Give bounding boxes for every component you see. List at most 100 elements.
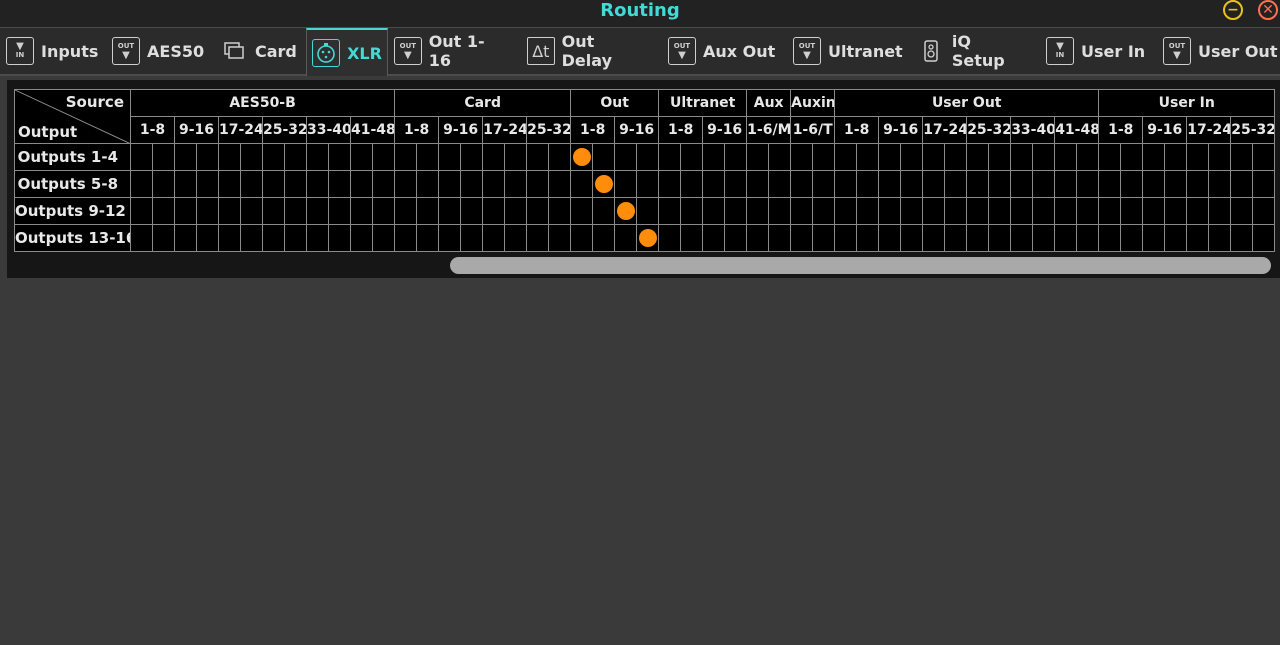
- routing-cell[interactable]: [658, 224, 682, 252]
- routing-cell[interactable]: [592, 170, 616, 198]
- tab-card[interactable]: Card: [220, 28, 302, 74]
- routing-cell[interactable]: [1142, 143, 1166, 171]
- routing-cell[interactable]: [856, 224, 880, 252]
- routing-cell[interactable]: [746, 143, 770, 171]
- routing-cell[interactable]: [350, 170, 373, 198]
- routing-cell[interactable]: [900, 197, 924, 225]
- routing-cell[interactable]: [482, 224, 506, 252]
- routing-cell[interactable]: [1120, 224, 1144, 252]
- routing-cell[interactable]: [460, 197, 484, 225]
- routing-cell[interactable]: [306, 197, 329, 225]
- routing-cell[interactable]: [790, 143, 814, 171]
- tab-out-1-16[interactable]: OUT ▼ Out 1-16: [394, 28, 506, 74]
- routing-cell[interactable]: [812, 170, 836, 198]
- routing-cell[interactable]: [504, 224, 528, 252]
- routing-cell[interactable]: [1230, 170, 1254, 198]
- tab-aes50[interactable]: OUT ▼ AES50: [112, 28, 208, 74]
- routing-cell[interactable]: [878, 224, 902, 252]
- routing-cell[interactable]: [1098, 197, 1122, 225]
- routing-cell[interactable]: [966, 170, 990, 198]
- routing-cell[interactable]: [328, 143, 351, 171]
- routing-cell[interactable]: [856, 143, 880, 171]
- routing-cell[interactable]: [1054, 224, 1078, 252]
- routing-cell[interactable]: [371, 224, 396, 252]
- routing-cell[interactable]: [1054, 143, 1078, 171]
- routing-cell[interactable]: [438, 143, 462, 171]
- routing-cell[interactable]: [371, 170, 396, 198]
- routing-cell[interactable]: [174, 143, 197, 171]
- routing-cell[interactable]: [790, 170, 814, 198]
- routing-cell[interactable]: [548, 143, 572, 171]
- tab-inputs[interactable]: ▼ IN Inputs: [6, 28, 102, 74]
- routing-cell[interactable]: [1076, 170, 1100, 198]
- routing-cell[interactable]: [371, 197, 396, 225]
- routing-cell[interactable]: [504, 197, 528, 225]
- routing-cell[interactable]: [834, 224, 858, 252]
- tab-out-delay[interactable]: Δt Out Delay: [527, 28, 649, 74]
- routing-cell[interactable]: [130, 143, 153, 171]
- routing-cell[interactable]: [350, 143, 373, 171]
- routing-cell[interactable]: [218, 224, 241, 252]
- routing-cell[interactable]: [482, 170, 506, 198]
- routing-cell[interactable]: [570, 170, 594, 198]
- routing-cell[interactable]: [218, 170, 241, 198]
- routing-cell[interactable]: [878, 170, 902, 198]
- routing-cell[interactable]: [768, 170, 792, 198]
- routing-cell[interactable]: [350, 197, 373, 225]
- routing-cell[interactable]: [900, 224, 924, 252]
- routing-cell[interactable]: [1120, 197, 1144, 225]
- routing-cell[interactable]: [1032, 224, 1056, 252]
- routing-cell[interactable]: [636, 224, 660, 252]
- routing-cell[interactable]: [240, 170, 263, 198]
- routing-cell[interactable]: [1186, 143, 1210, 171]
- routing-cell[interactable]: [394, 170, 418, 198]
- routing-cell[interactable]: [328, 197, 351, 225]
- tab-xlr[interactable]: XLR: [306, 28, 388, 76]
- routing-cell[interactable]: [614, 197, 638, 225]
- routing-cell[interactable]: [592, 224, 616, 252]
- routing-cell[interactable]: [416, 143, 440, 171]
- routing-cell[interactable]: [1230, 224, 1254, 252]
- routing-cell[interactable]: [944, 143, 968, 171]
- routing-cell[interactable]: [812, 197, 836, 225]
- routing-cell[interactable]: [966, 143, 990, 171]
- routing-cell[interactable]: [460, 170, 484, 198]
- routing-cell[interactable]: [944, 197, 968, 225]
- routing-cell[interactable]: [944, 224, 968, 252]
- routing-cell[interactable]: [1076, 197, 1100, 225]
- routing-cell[interactable]: [1098, 143, 1122, 171]
- routing-cell[interactable]: [658, 197, 682, 225]
- routing-cell[interactable]: [1098, 170, 1122, 198]
- routing-cell[interactable]: [152, 170, 175, 198]
- routing-cell[interactable]: [1186, 197, 1210, 225]
- routing-cell[interactable]: [570, 143, 594, 171]
- routing-cell[interactable]: [900, 170, 924, 198]
- routing-cell[interactable]: [988, 224, 1012, 252]
- routing-cell[interactable]: [614, 224, 638, 252]
- routing-cell[interactable]: [746, 224, 770, 252]
- routing-cell[interactable]: [636, 143, 660, 171]
- routing-cell[interactable]: [680, 170, 704, 198]
- routing-cell[interactable]: [724, 197, 748, 225]
- routing-cell[interactable]: [504, 143, 528, 171]
- routing-cell[interactable]: [262, 197, 285, 225]
- routing-cell[interactable]: [1164, 170, 1188, 198]
- routing-cell[interactable]: [768, 197, 792, 225]
- routing-cell[interactable]: [988, 170, 1012, 198]
- routing-cell[interactable]: [394, 197, 418, 225]
- routing-cell[interactable]: [988, 197, 1012, 225]
- minimize-button[interactable]: −: [1223, 0, 1243, 20]
- routing-cell[interactable]: [438, 197, 462, 225]
- routing-cell[interactable]: [812, 143, 836, 171]
- routing-cell[interactable]: [746, 170, 770, 198]
- routing-cell[interactable]: [570, 224, 594, 252]
- routing-cell[interactable]: [306, 224, 329, 252]
- routing-cell[interactable]: [944, 170, 968, 198]
- routing-cell[interactable]: [240, 143, 263, 171]
- routing-cell[interactable]: [1010, 224, 1034, 252]
- routing-cell[interactable]: [416, 224, 440, 252]
- routing-cell[interactable]: [680, 197, 704, 225]
- routing-cell[interactable]: [548, 197, 572, 225]
- routing-cell[interactable]: [1010, 143, 1034, 171]
- routing-cell[interactable]: [966, 197, 990, 225]
